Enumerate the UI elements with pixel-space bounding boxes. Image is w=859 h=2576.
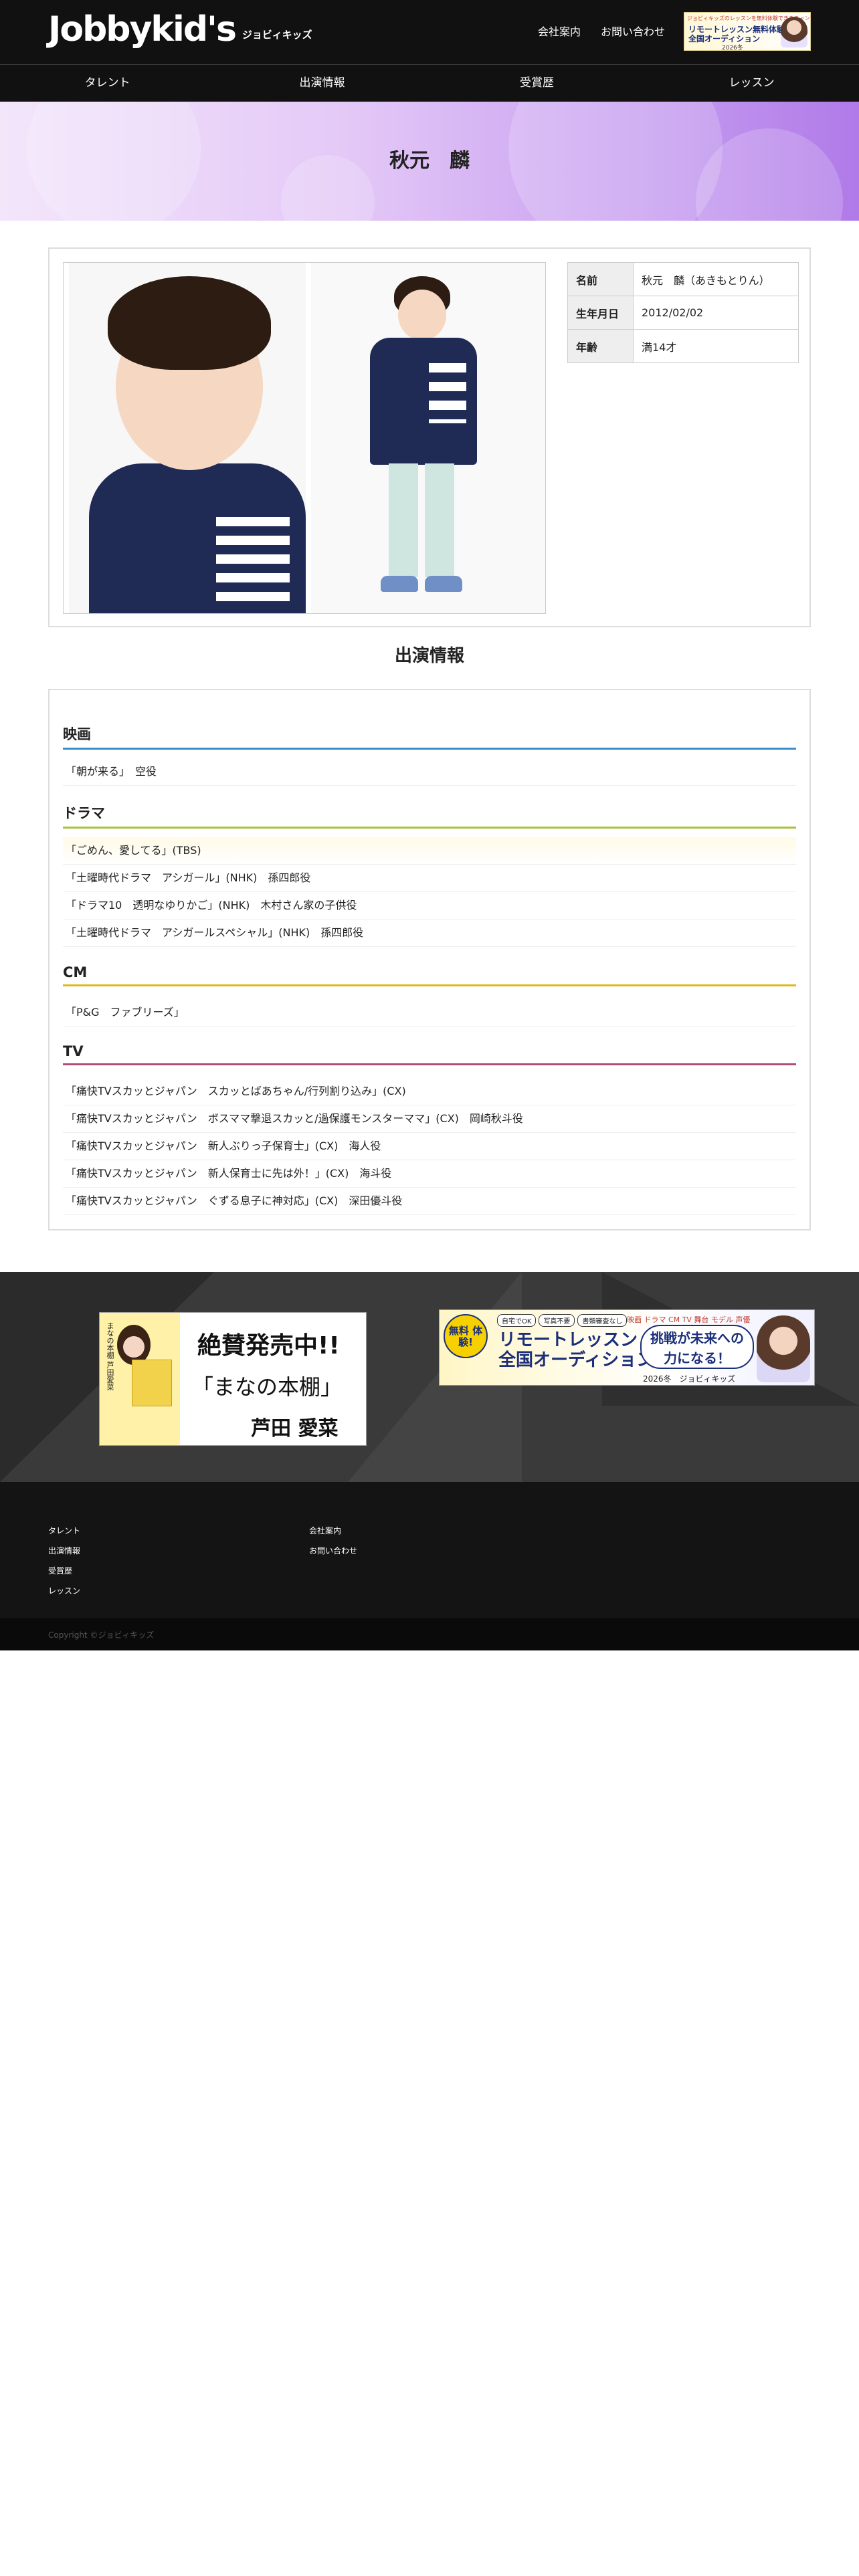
free-trial-badge-text: 無料 体験! [448, 1325, 483, 1348]
header-links: 会社案内 お問い合わせ [538, 23, 665, 39]
list-item: 「土曜時代ドラマ アシガール」(NHK) 孫四郎役 [63, 865, 796, 892]
site-header: Jobbykid's ジョビィキッズ 会社案内 お問い合わせ ジョビィキッズのレ… [0, 0, 859, 64]
page-title: 秋元 麟 [389, 149, 470, 173]
list-item: 「ごめん、愛してる」(TBS) [63, 837, 796, 865]
audition-slogan: 挑戦が未来への 力になる！ [640, 1325, 754, 1369]
category-drama: ドラマ [63, 802, 796, 829]
footer-link-talent[interactable]: タレント [48, 1525, 80, 1536]
hero-banner: 秋元 麟 [0, 102, 859, 221]
book-banner-photo: まなの本棚 芦田愛菜 [100, 1313, 180, 1445]
header-banner-photo [781, 17, 807, 47]
site-footer: タレント 出演情報 受賞歴 レッスン 会社案内 お問い合わせ [0, 1482, 859, 1618]
appearances-list: 映画 「朝が来る」 空役 ドラマ 「ごめん、愛してる」(TBS) 「土曜時代ドラ… [48, 689, 811, 1230]
main-nav: タレント 出演情報 受賞歴 レッスン [0, 64, 859, 102]
appearances-title: 出演情報 [394, 646, 464, 666]
profile-value: 満14才 [633, 329, 799, 363]
audition-genres: 映画 ドラマ CM TV 舞台 モデル 声優 [627, 1315, 751, 1324]
nav-appearances[interactable]: 出演情報 [215, 65, 430, 102]
company-link[interactable]: 会社案内 [538, 23, 581, 39]
footer-link-contact[interactable]: お問い合わせ [309, 1545, 357, 1556]
profile-key: 年齢 [567, 329, 634, 363]
list-item: 「P&G ファブリーズ」 [63, 999, 796, 1027]
contact-link[interactable]: お問い合わせ [601, 23, 665, 39]
audition-banner[interactable]: 無料 体験! 自宅でOK 写真不要 書類審査なし リモートレッスン 全国オーディ… [439, 1309, 815, 1386]
audition-slogan-1: 挑戦が未来への [650, 1330, 744, 1346]
audition-tag: 自宅でOK [497, 1314, 537, 1327]
audition-headline-2: 全国オーディション [498, 1350, 654, 1370]
audition-tags: 自宅でOK 写真不要 書類審査なし [497, 1314, 628, 1327]
profile-row-birthdate: 生年月日 2012/02/02 [567, 296, 799, 330]
copyright-bar: Copyright ©ジョビィキッズ [0, 1618, 859, 1650]
header-audition-banner[interactable]: ジョビィキッズのレッスンを無料体験できるチャンス！ リモートレッスン無料体験 全… [684, 12, 811, 51]
list-item: 「痛快TVスカッとジャパン 新人保育士に先は外！」(CX) 海斗役 [63, 1160, 796, 1188]
portrait-photo [69, 263, 306, 613]
footer-link-appearances[interactable]: 出演情報 [48, 1545, 80, 1556]
book-icon [132, 1360, 172, 1406]
logo-text: Jobbykid's [48, 9, 237, 49]
list-item: 「痛快TVスカッとジャパン スカッとばあちゃん/行列割り込み」(CX) [63, 1078, 796, 1105]
site-logo[interactable]: Jobbykid's ジョビィキッズ [48, 9, 312, 49]
profile-row-age: 年齢 満14才 [567, 329, 799, 363]
category-tv: TV [63, 1043, 796, 1065]
audition-headline-1: リモートレッスン [498, 1330, 638, 1350]
list-item: 「ドラマ10 透明なゆりかご」(NHK) 木村さん家の子供役 [63, 892, 796, 920]
list-item: 「朝が来る」 空役 [63, 758, 796, 786]
promo-banners: まなの本棚 芦田愛菜 絶賛発売中!! 「まなの本棚」 芦田 愛菜 無料 体験! … [0, 1272, 859, 1482]
audition-year: 2026冬 ジョビィキッズ [643, 1374, 736, 1384]
full-body-photo [311, 263, 545, 613]
category-cm: CM [63, 964, 796, 986]
list-item: 「痛快TVスカッとジャパン 新人ぶりっ子保育士」(CX) 海人役 [63, 1133, 796, 1160]
nav-talent[interactable]: タレント [0, 65, 215, 102]
book-banner[interactable]: まなの本棚 芦田愛菜 絶賛発売中!! 「まなの本棚」 芦田 愛菜 [99, 1312, 367, 1446]
profile-value: 2012/02/02 [633, 296, 799, 330]
copyright-text: Copyright ©ジョビィキッズ [48, 1630, 155, 1640]
profile-key: 生年月日 [567, 296, 634, 330]
book-banner-side-text: まなの本棚 芦田愛菜 [106, 1322, 114, 1391]
nav-awards[interactable]: 受賞歴 [430, 65, 644, 102]
audition-banner-photo [757, 1315, 810, 1382]
logo-subtitle: ジョビィキッズ [242, 29, 312, 41]
category-movie: 映画 [63, 724, 796, 750]
audition-slogan-2: 力になる！ [664, 1350, 731, 1366]
profile-row-name: 名前 秋元 麟（あきもとりん） [567, 262, 799, 296]
list-item: 「痛快TVスカッとジャパン ぐずる息子に神対応」(CX) 深田優斗役 [63, 1188, 796, 1215]
audition-tag: 書類審査なし [577, 1314, 628, 1327]
profile-key: 名前 [567, 262, 634, 296]
audition-tag: 写真不要 [539, 1314, 575, 1327]
free-trial-badge: 無料 体験! [444, 1314, 488, 1358]
book-banner-headline: 絶賛発売中!! [197, 1332, 340, 1360]
footer-link-lessons[interactable]: レッスン [48, 1585, 80, 1596]
profile-photo [63, 262, 546, 614]
profile-card: 名前 秋元 麟（あきもとりん） 生年月日 2012/02/02 年齢 満14才 [48, 247, 811, 627]
profile-table: 名前 秋元 麟（あきもとりん） 生年月日 2012/02/02 年齢 満14才 [567, 262, 799, 363]
list-item: 「土曜時代ドラマ アシガールスペシャル」(NHK) 孫四郎役 [63, 920, 796, 947]
footer-link-company[interactable]: 会社案内 [309, 1525, 341, 1536]
header-banner-year: 2026冬 [722, 45, 743, 51]
book-banner-title: 「まなの本棚」 [192, 1374, 343, 1400]
profile-value: 秋元 麟（あきもとりん） [633, 262, 799, 296]
nav-lessons[interactable]: レッスン [644, 65, 859, 102]
footer-link-awards[interactable]: 受賞歴 [48, 1565, 72, 1576]
book-banner-author: 芦田 愛菜 [251, 1417, 339, 1440]
list-item: 「痛快TVスカッとジャパン ボスママ撃退スカッと/過保護モンスターママ」(CX)… [63, 1105, 796, 1133]
audition-headline: リモートレッスン 全国オーディション [498, 1330, 654, 1370]
